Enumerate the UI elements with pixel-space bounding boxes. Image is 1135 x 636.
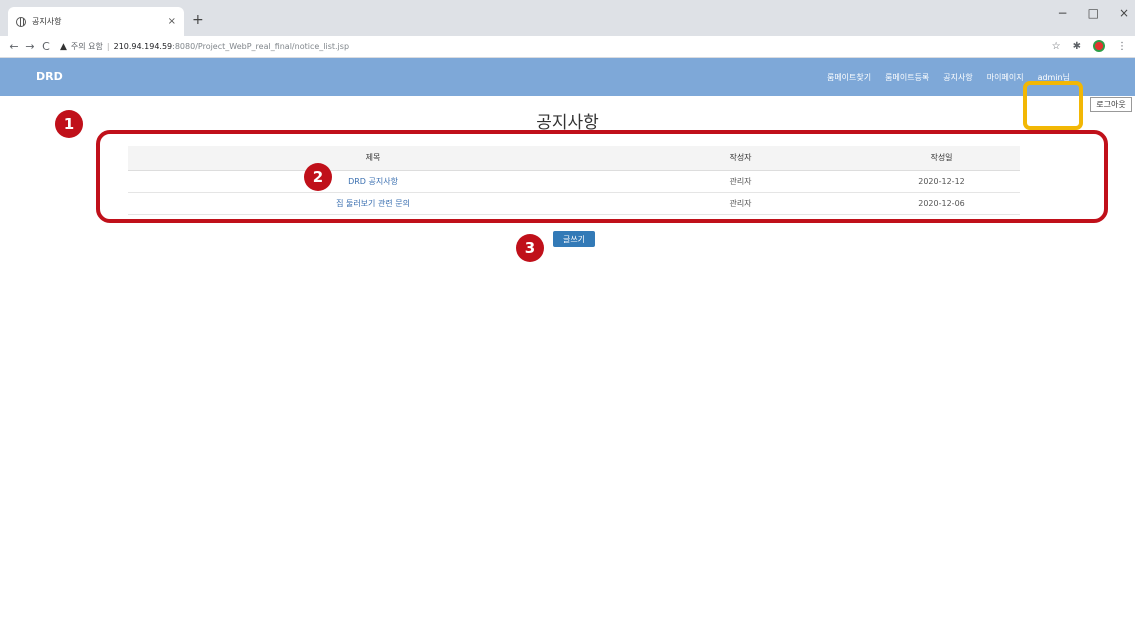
row-title-link[interactable]: DRD 공지사항 [128,170,618,193]
extensions-icon[interactable]: ✱ [1073,41,1081,52]
close-window-icon[interactable]: × [1119,6,1129,20]
table-row[interactable]: 집 둘러보기 관련 문의 관리자 2020-12-06 [128,192,1020,215]
nav-mypage[interactable]: 마이페이지 [980,72,1031,83]
maximize-icon[interactable]: □ [1088,6,1099,20]
minimize-icon[interactable]: − [1058,6,1068,20]
back-icon[interactable]: ← [6,40,22,53]
url-path[interactable]: :8080/Project_WebP_real_final/notice_lis… [172,42,349,51]
annotation-badge-1: 1 [55,110,83,138]
notice-table: 제목 작성자 작성일 DRD 공지사항 관리자 2020-12-12 집 둘러보… [128,146,1020,215]
column-header-author: 작성자 [618,146,863,171]
globe-icon [16,16,26,27]
row-date: 2020-12-12 [863,170,1020,193]
table-header-row: 제목 작성자 작성일 [128,146,1020,171]
brand-logo[interactable]: DRD [36,70,63,83]
column-header-title: 제목 [128,146,618,171]
reload-icon[interactable]: C [38,40,54,53]
row-title-link[interactable]: 집 둘러보기 관련 문의 [128,192,618,215]
row-date: 2020-12-06 [863,192,1020,215]
nav-notice[interactable]: 공지사항 [936,72,979,83]
browser-window: 공지사항 × + − □ × ← → C ▲ 주의 요함 | 210.94.19… [0,0,1135,636]
nav-find-roommate[interactable]: 룸메이트찾기 [820,72,878,83]
tab-strip: 공지사항 × + − □ × [0,0,1135,36]
url-host[interactable]: 210.94.194.59 [114,42,173,51]
annotation-badge-2: 2 [304,163,332,191]
security-warning-text[interactable]: 주의 요함 [71,41,103,52]
warning-icon[interactable]: ▲ [60,42,67,52]
toolbar-right: ☆ ✱ ⋮ [1052,40,1127,52]
row-author: 관리자 [618,170,863,193]
row-author: 관리자 [618,192,863,215]
bookmark-star-icon[interactable]: ☆ [1052,41,1061,52]
menu-icon[interactable]: ⋮ [1117,41,1127,52]
forward-icon[interactable]: → [22,40,38,53]
tab-close-icon[interactable]: × [168,16,176,27]
profile-avatar-icon[interactable] [1093,40,1105,52]
browser-tab[interactable]: 공지사항 × [8,7,184,36]
nav-register-roommate[interactable]: 룸메이트등록 [878,72,936,83]
write-post-button[interactable]: 글쓰기 [553,231,595,247]
url-separator: | [106,42,110,51]
annotation-badge-3: 3 [516,234,544,262]
column-header-date: 작성일 [863,146,1020,171]
table-row[interactable]: DRD 공지사항 관리자 2020-12-12 [128,170,1020,193]
new-tab-icon[interactable]: + [192,12,204,28]
site-navbar: DRD 룸메이트찾기 룸메이트등록 공지사항 마이페이지 admin님 [0,58,1135,96]
address-bar: ← → C ▲ 주의 요함 | 210.94.194.59 :8080/Proj… [0,36,1135,58]
tab-title: 공지사항 [32,17,62,26]
window-controls: − □ × [1058,6,1129,20]
